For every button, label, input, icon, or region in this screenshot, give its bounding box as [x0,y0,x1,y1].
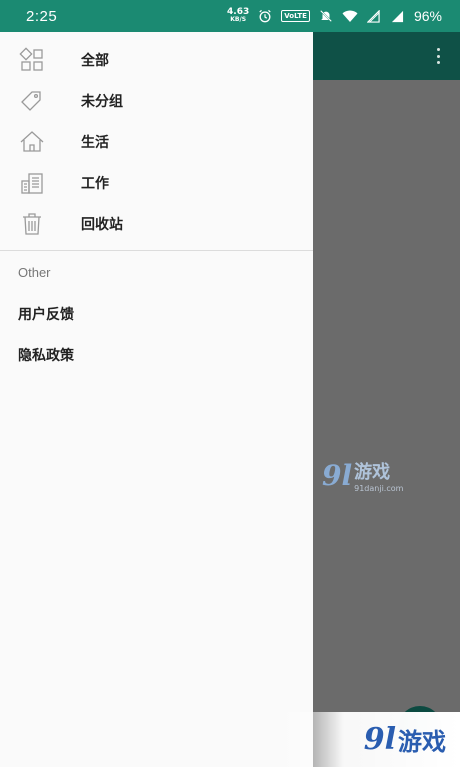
drawer-item-label: 未分组 [81,93,123,110]
navigation-drawer: 全部 未分组 生活 工作 回收站 Other 用户反馈 隐私政策 [0,32,313,767]
mute-icon [318,9,334,23]
watermark-logo: 9l [322,459,353,492]
network-speed: 4.63 KB/S [227,8,249,24]
drawer-item-life[interactable]: 生活 [0,121,313,162]
more-options-icon[interactable] [436,48,440,64]
sim-signal-icon [366,9,382,23]
drawer-item-label: 生活 [81,134,109,151]
drawer-item-work[interactable]: 工作 [0,162,313,203]
grid-icon [18,46,46,74]
status-bar: 2:25 4.63 KB/S VoLTE 96% [0,0,460,32]
drawer-item-label: 工作 [81,175,109,192]
drawer-item-all[interactable]: 全部 [0,39,313,80]
section-header-other: Other [18,264,51,280]
watermark-bottom: 9l 游戏 [280,712,460,767]
drawer-item-trash[interactable]: 回收站 [0,203,313,244]
drawer-item-privacy-policy[interactable]: 隐私政策 [0,334,313,375]
tag-icon [18,87,46,115]
alarm-icon [257,9,273,23]
volte-badge: VoLTE [281,10,310,22]
status-time: 2:25 [26,7,58,25]
watermark-logo: 9l [363,722,396,757]
drawer-item-ungrouped[interactable]: 未分组 [0,80,313,121]
wifi-icon [342,9,358,23]
drawer-item-feedback[interactable]: 用户反馈 [0,293,313,334]
status-icons: 4.63 KB/S VoLTE 96% [227,8,442,25]
app-bar [313,32,460,80]
network-speed-unit: KB/S [230,16,247,23]
trash-icon [18,210,46,238]
watermark-name: 游戏 [398,728,446,756]
watermark-url: 91danji.com [354,484,404,493]
watermark-name: 游戏 [354,462,391,483]
watermark-center: 9l 游戏 91danji.com [322,458,403,493]
battery-level: 96% [413,8,442,24]
cell-signal-icon [390,9,406,23]
network-speed-value: 4.63 [227,7,250,17]
home-icon [18,128,46,156]
building-icon [18,169,46,197]
drawer-item-label: 回收站 [81,216,123,233]
drawer-item-label: 全部 [81,52,109,69]
